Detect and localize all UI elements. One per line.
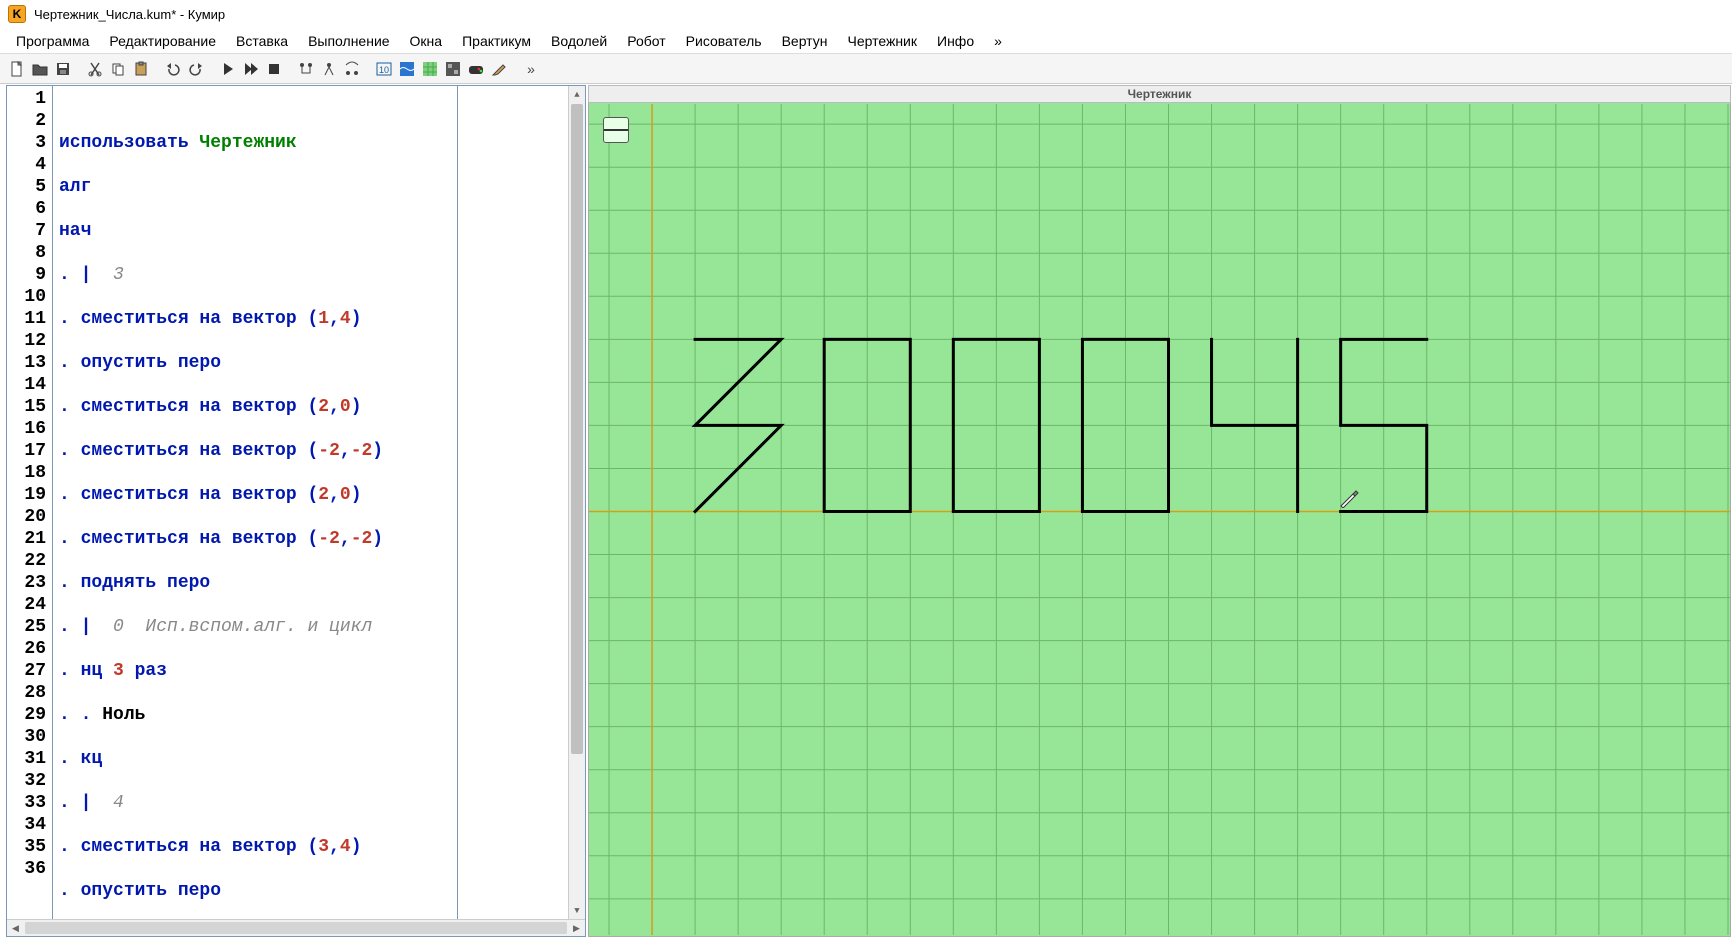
cut-button[interactable] [84,58,106,80]
menubar: Программа Редактирование Вставка Выполне… [0,28,1732,54]
code-editor[interactable]: 1 2 3 4 5 6 7 8 9 10 11 12 13 14 15 16 1… [7,86,585,919]
line-number: 2 [9,110,46,132]
titlebar: K Чертежник_Числа.kum* - Кумир [0,0,1732,28]
toolbar: 10 » [0,54,1732,84]
game-button[interactable] [465,58,487,80]
drawing-canvas[interactable] [588,103,1731,937]
menu-practicum[interactable]: Практикум [452,31,541,51]
line-number: 8 [9,242,46,264]
line-number: 14 [9,374,46,396]
line-number: 28 [9,682,46,704]
line-number: 17 [9,440,46,462]
line-number: 19 [9,484,46,506]
new-file-button[interactable] [6,58,28,80]
margin-line [457,86,458,919]
menu-vertun[interactable]: Вертун [772,31,838,51]
window-title: Чертежник_Числа.kum* - Кумир [34,7,225,22]
brush-button[interactable] [488,58,510,80]
line-number: 27 [9,660,46,682]
line-number: 5 [9,176,46,198]
svg-text:10: 10 [379,65,389,75]
menu-draftsman[interactable]: Чертежник [837,31,927,51]
line-number: 9 [9,264,46,286]
menu-insert[interactable]: Вставка [226,31,298,51]
line-gutter: 1 2 3 4 5 6 7 8 9 10 11 12 13 14 15 16 1… [7,86,53,919]
line-number: 7 [9,220,46,242]
scroll-up-icon[interactable]: ▲ [569,86,585,103]
horizontal-scrollbar[interactable]: ◀ ▶ [7,919,585,936]
line-number: 4 [9,154,46,176]
line-number: 23 [9,572,46,594]
code-area[interactable]: использовать Чертежник алг нач . | 3 . с… [53,86,568,919]
tool-a-button[interactable] [295,58,317,80]
menu-program[interactable]: Программа [6,31,99,51]
line-number: 15 [9,396,46,418]
tool-b-button[interactable] [318,58,340,80]
fill-button[interactable] [442,58,464,80]
line-number: 24 [9,594,46,616]
main-area: 1 2 3 4 5 6 7 8 9 10 11 12 13 14 15 16 1… [0,84,1732,938]
app-icon: K [8,5,26,23]
hscroll-thumb[interactable] [25,922,567,934]
tool-c-button[interactable] [341,58,363,80]
menu-windows[interactable]: Окна [400,31,453,51]
canvas-pane: Чертежник [588,85,1731,937]
ruler-button[interactable]: 10 [373,58,395,80]
scroll-down-icon[interactable]: ▼ [569,902,585,919]
pen-cursor-icon [1339,488,1359,508]
line-number: 13 [9,352,46,374]
menu-edit[interactable]: Редактирование [99,31,226,51]
vertical-scrollbar[interactable]: ▲ ▼ [568,86,585,919]
stop-button[interactable] [263,58,285,80]
line-number: 32 [9,770,46,792]
line-number: 25 [9,616,46,638]
line-number: 10 [9,286,46,308]
line-number: 1 [9,88,46,110]
line-number: 35 [9,836,46,858]
scroll-right-icon[interactable]: ▶ [568,920,585,936]
paste-button[interactable] [130,58,152,80]
canvas-title: Чертежник [588,85,1731,103]
line-number: 26 [9,638,46,660]
copy-button[interactable] [107,58,129,80]
water-button[interactable] [396,58,418,80]
line-number: 29 [9,704,46,726]
canvas-menu-button[interactable] [603,117,629,143]
line-number: 3 [9,132,46,154]
menu-run[interactable]: Выполнение [298,31,399,51]
line-number: 34 [9,814,46,836]
open-file-button[interactable] [29,58,51,80]
grid-button[interactable] [419,58,441,80]
save-button[interactable] [52,58,74,80]
line-number: 31 [9,748,46,770]
hamburger-icon [604,129,612,131]
line-number: 20 [9,506,46,528]
line-number: 33 [9,792,46,814]
editor-pane: 1 2 3 4 5 6 7 8 9 10 11 12 13 14 15 16 1… [6,85,586,937]
line-number: 12 [9,330,46,352]
line-number: 30 [9,726,46,748]
run-button[interactable] [217,58,239,80]
line-number: 36 [9,858,46,880]
toolbar-overflow-button[interactable]: » [520,58,542,80]
undo-button[interactable] [162,58,184,80]
menu-vodoley[interactable]: Водолей [541,31,617,51]
menu-info[interactable]: Инфо [927,31,984,51]
menu-draw[interactable]: Рисователь [676,31,772,51]
line-number: 22 [9,550,46,572]
redo-button[interactable] [185,58,207,80]
line-number: 21 [9,528,46,550]
line-number: 18 [9,462,46,484]
scroll-left-icon[interactable]: ◀ [7,920,24,936]
step-button[interactable] [240,58,262,80]
line-number: 16 [9,418,46,440]
line-number: 11 [9,308,46,330]
scroll-thumb[interactable] [571,104,583,754]
canvas-svg [589,103,1730,936]
menu-overflow[interactable]: » [984,31,1012,51]
line-number: 6 [9,198,46,220]
menu-robot[interactable]: Робот [617,31,675,51]
